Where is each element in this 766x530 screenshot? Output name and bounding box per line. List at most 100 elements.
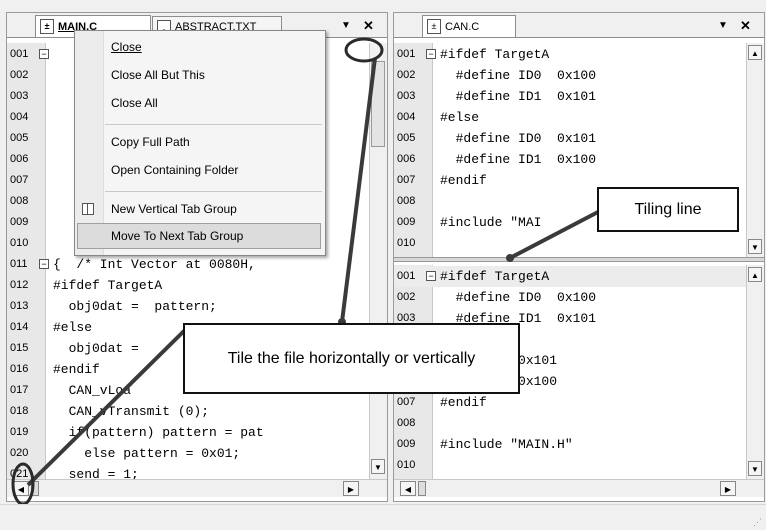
code-text: else pattern = 0x01;	[53, 446, 241, 461]
code-text: obj0dat =	[53, 341, 139, 356]
code-line[interactable]: 001− #ifdef TargetA	[394, 266, 746, 287]
left-horizontal-scrollbar[interactable]: ◀ ▶	[7, 479, 387, 497]
code-text: send = 1;	[53, 467, 139, 479]
code-text: #include "MAI	[440, 215, 542, 230]
line-number: 011	[10, 258, 28, 270]
menu-item-new-vertical-tab-group[interactable]: New Vertical Tab Group	[111, 202, 237, 216]
code-text: #endif	[440, 173, 487, 188]
line-number: 018	[10, 405, 29, 417]
scroll-down-arrow-icon[interactable]: ▼	[748, 461, 762, 476]
menu-item-copy-full-path[interactable]: Copy Full Path	[111, 135, 190, 149]
code-line[interactable]: 013 obj0dat = pattern;	[7, 296, 369, 317]
tab-group-splitter-handle[interactable]	[418, 481, 426, 496]
left-vertical-scrollbar[interactable]: ▼	[369, 43, 387, 479]
line-number: 001	[397, 48, 416, 60]
fold-toggle-icon[interactable]: −	[39, 259, 49, 269]
close-icon[interactable]: ✕	[363, 18, 374, 34]
code-line[interactable]: 002 #define ID0 0x100	[394, 287, 746, 308]
right-top-vertical-scrollbar[interactable]: ▲ ▼	[746, 43, 764, 257]
code-line[interactable]: 010	[394, 233, 746, 254]
line-number: 007	[397, 396, 416, 408]
code-text: { /* Int Vector at 0080H,	[53, 257, 256, 272]
code-line[interactable]: 010	[394, 455, 746, 476]
right-bottom-vertical-scrollbar[interactable]: ▲ ▼	[746, 265, 764, 479]
code-line[interactable]: 002 #define ID0 0x100	[394, 65, 746, 86]
line-number: 012	[10, 279, 29, 291]
code-text: #ifdef TargetA	[440, 47, 550, 62]
code-line[interactable]: 005 #define ID0 0x101	[394, 128, 746, 149]
code-text: #include "MAIN.H"	[440, 437, 573, 452]
scroll-left-arrow-icon[interactable]: ◀	[13, 481, 29, 496]
menu-item-close-all[interactable]: Close All	[111, 96, 158, 110]
line-number: 019	[10, 426, 29, 438]
line-number: 006	[397, 153, 416, 165]
right-editor-pane: ± CAN.C ▼ ✕ 001− #ifdef TargetA 002 #defin…	[393, 12, 765, 502]
code-line[interactable]: 007 #endif	[394, 392, 746, 413]
line-number: 006	[10, 153, 29, 165]
scroll-up-arrow-icon[interactable]: ▲	[748, 45, 762, 60]
fold-toggle-icon[interactable]: −	[426, 49, 436, 59]
code-text: #define ID1 0x101	[440, 89, 597, 104]
line-number: 001	[397, 270, 416, 282]
code-line[interactable]: 019 if(pattern) pattern = pat	[7, 422, 369, 443]
line-number: 003	[10, 90, 29, 102]
menu-item-close-all-but-this[interactable]: Close All But This	[111, 68, 205, 82]
scroll-thumb[interactable]	[371, 61, 385, 147]
code-line[interactable]: 006 #define ID1 0x100	[394, 149, 746, 170]
code-line[interactable]: 009 #include "MAIN.H"	[394, 434, 746, 455]
scroll-down-arrow-icon[interactable]: ▼	[371, 459, 385, 474]
code-line[interactable]: 021 send = 1;	[7, 464, 369, 479]
code-line[interactable]: 018 CAN_vTransmit (0);	[7, 401, 369, 422]
line-number: 002	[10, 69, 29, 81]
scroll-up-arrow-icon[interactable]: ▲	[748, 267, 762, 282]
code-text: #ifdef TargetA	[53, 278, 163, 293]
line-number: 005	[10, 132, 29, 144]
code-line[interactable]: 001− #ifdef TargetA	[394, 44, 746, 65]
line-number: 007	[10, 174, 29, 186]
tab-can-c[interactable]: ± CAN.C	[422, 15, 516, 37]
code-line[interactable]: 020 else pattern = 0x01;	[7, 443, 369, 464]
code-line[interactable]: 004 #else	[394, 107, 746, 128]
c-file-icon: ±	[40, 19, 54, 34]
code-text: CAN_vTransmit (0);	[53, 404, 210, 419]
line-number: 016	[10, 363, 29, 375]
close-icon[interactable]: ✕	[740, 18, 751, 34]
code-text: #ifdef TargetA	[440, 269, 550, 284]
code-line[interactable]: 008	[394, 413, 746, 434]
code-text: #define ID1 0x100	[440, 152, 597, 167]
scroll-right-arrow-icon[interactable]: ▶	[343, 481, 359, 496]
line-number: 003	[397, 90, 416, 102]
vertical-split-icon	[82, 203, 94, 215]
line-number: 013	[10, 300, 29, 312]
tab-context-menu: Close Close All But This Close All Copy …	[74, 30, 326, 256]
menu-item-close[interactable]: Close	[111, 40, 142, 54]
code-line[interactable]: 011 −{ /* Int Vector at 0080H,	[7, 254, 369, 275]
code-text: #define ID0 0x101	[440, 131, 597, 146]
scroll-right-arrow-icon[interactable]: ▶	[720, 481, 736, 496]
right-horizontal-scrollbar[interactable]: ◀ ▶	[394, 479, 764, 497]
code-text: #endif	[440, 395, 487, 410]
status-bar: ⋰	[0, 504, 766, 530]
fold-toggle-icon[interactable]: −	[426, 271, 436, 281]
scroll-down-arrow-icon[interactable]: ▼	[748, 239, 762, 254]
line-number: 014	[10, 321, 29, 333]
line-number: 009	[10, 216, 29, 228]
menu-separator	[105, 191, 322, 192]
chevron-down-icon[interactable]: ▼	[341, 20, 351, 31]
line-number: 021	[10, 468, 29, 479]
code-line[interactable]: 003 #define ID1 0x101	[394, 86, 746, 107]
chevron-down-icon[interactable]: ▼	[718, 20, 728, 31]
menu-item-open-containing-folder[interactable]: Open Containing Folder	[111, 163, 238, 177]
resize-grip-icon[interactable]: ⋰	[753, 517, 762, 528]
tiling-splitter-line[interactable]	[394, 257, 764, 262]
scroll-left-arrow-icon[interactable]: ◀	[400, 481, 416, 496]
line-number: 010	[397, 459, 416, 471]
line-number: 001	[10, 48, 29, 60]
tab-group-splitter-handle[interactable]	[31, 481, 39, 496]
fold-toggle-icon[interactable]: −	[39, 49, 49, 59]
line-number: 017	[10, 384, 29, 396]
menu-item-move-to-next-tab-group[interactable]: Move To Next Tab Group	[111, 229, 243, 243]
line-number: 015	[10, 342, 29, 354]
code-line[interactable]: 012 #ifdef TargetA	[7, 275, 369, 296]
code-text: #define ID0 0x100	[440, 290, 597, 305]
